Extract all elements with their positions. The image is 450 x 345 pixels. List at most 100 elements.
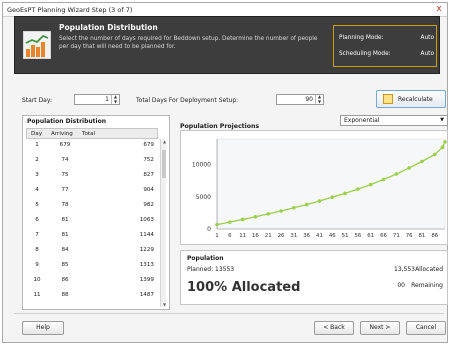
scheduling-mode-value: Auto bbox=[420, 51, 434, 57]
data-point bbox=[292, 205, 296, 210]
day-cell: 5 bbox=[35, 202, 39, 208]
total-cell: 1487 bbox=[139, 292, 154, 298]
data-point bbox=[443, 140, 447, 144]
arriving-cell: 85 bbox=[61, 262, 69, 268]
population-distribution-panel: Population Distribution Day Arriving Tot… bbox=[22, 115, 170, 310]
planning-mode-row: Planning Mode: Auto bbox=[339, 35, 434, 41]
day-cell: 11 bbox=[33, 292, 41, 298]
table-row[interactable]: 4 77 904 bbox=[26, 187, 158, 200]
recalculate-icon bbox=[383, 94, 393, 104]
day-cell: 1 bbox=[35, 142, 39, 148]
x-tick-label: 46 bbox=[329, 233, 336, 239]
wizard-header: Population Distribution Select the numbe… bbox=[14, 16, 440, 74]
x-tick-label: 36 bbox=[303, 233, 310, 239]
arriving-cell: 81 bbox=[61, 232, 69, 238]
day-cell: 8 bbox=[35, 247, 39, 253]
total-cell: 679 bbox=[143, 142, 154, 148]
x-tick-label: 61 bbox=[367, 233, 374, 239]
population-distribution-title: Population Distribution bbox=[27, 118, 106, 125]
back-button[interactable]: < Back bbox=[314, 321, 354, 335]
projection-chart: 05000100001 6 11 16 21 26 31 36 41 46 51 56 61 66 71 76… bbox=[192, 138, 447, 239]
data-point bbox=[317, 199, 322, 203]
close-icon[interactable]: x bbox=[434, 4, 444, 15]
arriving-cell: 74 bbox=[61, 157, 69, 163]
data-point bbox=[253, 214, 258, 219]
planning-mode-value: Auto bbox=[420, 35, 434, 41]
day-cell: 10 bbox=[33, 277, 41, 283]
arriving-cell: 84 bbox=[61, 247, 69, 253]
start-day-label: Start Day: bbox=[22, 97, 52, 104]
x-tick-label: 31 bbox=[290, 233, 297, 239]
cancel-button[interactable]: Cancel bbox=[406, 321, 446, 335]
step-title: Population Distribution bbox=[59, 23, 158, 32]
data-point bbox=[343, 191, 347, 196]
data-point bbox=[440, 145, 445, 150]
table-row[interactable]: 10 86 1399 bbox=[26, 277, 158, 290]
allocated-label: Allocated bbox=[415, 266, 443, 273]
plot-area bbox=[216, 138, 446, 230]
arriving-cell: 78 bbox=[61, 202, 69, 208]
table-row[interactable]: 1 679 679 bbox=[26, 142, 158, 155]
stepper-arrows-icon[interactable]: ▲ ▼ bbox=[315, 94, 323, 104]
data-point bbox=[304, 202, 309, 207]
table-row[interactable]: 9 85 1313 bbox=[26, 262, 158, 275]
x-tick-label: 41 bbox=[316, 233, 323, 239]
population-chart-icon bbox=[23, 31, 51, 59]
data-point bbox=[407, 166, 411, 170]
arriving-cell: 81 bbox=[61, 217, 69, 223]
recalculate-button[interactable]: Recalculate bbox=[376, 90, 446, 108]
table-row[interactable]: 2 74 752 bbox=[26, 157, 158, 170]
total-days-stepper[interactable]: 90 ▲ ▼ bbox=[276, 94, 324, 105]
table-row[interactable]: 8 84 1229 bbox=[26, 247, 158, 260]
total-cell: 1063 bbox=[139, 217, 154, 223]
total-cell: 904 bbox=[143, 187, 154, 193]
allocated-value: 13,553 bbox=[394, 266, 415, 273]
planning-mode-label: Planning Mode: bbox=[339, 35, 384, 41]
distribution-grid[interactable]: Day Arriving Total 1 679 679 2 74 752 3 75 827 4 7… bbox=[26, 128, 166, 308]
table-row[interactable]: 5 78 982 bbox=[26, 202, 158, 215]
data-point bbox=[356, 187, 360, 191]
column-header-total[interactable]: Total bbox=[82, 131, 95, 137]
next-button[interactable]: Next > bbox=[360, 321, 400, 335]
total-days-label: Total Days For Deployment Setup: bbox=[136, 97, 239, 104]
grid-scrollbar[interactable]: ▲ ▼ bbox=[160, 139, 166, 307]
table-row[interactable]: 6 81 1063 bbox=[26, 217, 158, 230]
total-cell: 982 bbox=[143, 202, 154, 208]
recalculate-label: Recalculate bbox=[398, 96, 433, 103]
day-cell: 7 bbox=[35, 232, 39, 238]
data-point bbox=[228, 220, 232, 224]
scroll-down-icon[interactable]: ▼ bbox=[161, 302, 166, 307]
data-point bbox=[381, 177, 386, 182]
x-tick-label: 86 bbox=[431, 233, 438, 239]
data-point bbox=[266, 212, 271, 216]
data-point bbox=[215, 222, 219, 227]
help-button[interactable]: Help bbox=[22, 321, 64, 335]
x-tick-label: 6 bbox=[228, 233, 232, 239]
total-cell: 827 bbox=[143, 172, 154, 178]
x-tick-label: 11 bbox=[239, 233, 246, 239]
total-cell: 1144 bbox=[139, 232, 154, 238]
projection-model-select[interactable]: Exponential ▼ bbox=[340, 115, 448, 126]
arriving-cell: 679 bbox=[59, 142, 71, 148]
data-point bbox=[240, 217, 245, 222]
arriving-cell: 88 bbox=[61, 292, 69, 298]
x-tick-label: 56 bbox=[354, 233, 361, 239]
day-cell: 6 bbox=[35, 217, 39, 223]
scrollbar-thumb[interactable] bbox=[162, 150, 166, 178]
table-row[interactable]: 7 81 1144 bbox=[26, 232, 158, 245]
x-tick-label: 26 bbox=[278, 233, 285, 239]
data-point bbox=[432, 152, 437, 157]
total-days-value: 90 bbox=[305, 96, 313, 103]
stepper-arrows-icon[interactable]: ▲ ▼ bbox=[111, 94, 119, 104]
title-bar: GeoEsPT Planning Wizard Step (3 of 7) x bbox=[3, 3, 447, 17]
column-header-day[interactable]: Day bbox=[31, 131, 42, 137]
column-header-arriving[interactable]: Arriving bbox=[51, 131, 73, 137]
scroll-up-icon[interactable]: ▲ bbox=[161, 139, 166, 144]
arriving-cell: 86 bbox=[61, 277, 69, 283]
step-description: Select the number of days required for B… bbox=[59, 36, 318, 50]
table-row[interactable]: 11 88 1487 bbox=[26, 292, 158, 305]
start-day-stepper[interactable]: 1 ▲ ▼ bbox=[74, 94, 120, 105]
arriving-cell: 75 bbox=[61, 172, 69, 178]
table-row[interactable]: 3 75 827 bbox=[26, 172, 158, 185]
planned-population: Planned: 13553 bbox=[187, 266, 235, 273]
